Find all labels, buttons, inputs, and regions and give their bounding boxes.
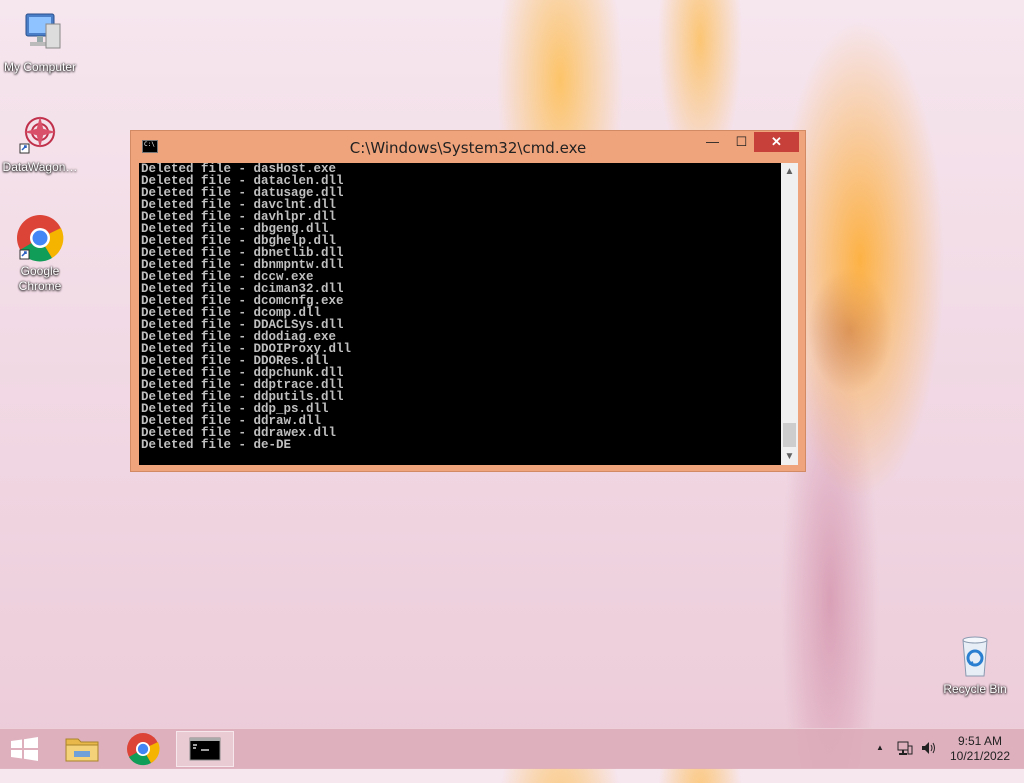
computer-icon — [16, 10, 64, 58]
scroll-up-button[interactable]: ▲ — [781, 163, 798, 180]
folder-icon — [65, 738, 99, 762]
console-output[interactable]: Deleted file - dasHost.exe Deleted file -… — [139, 163, 781, 465]
desktop-icon-google-chrome[interactable]: Google Chrome — [0, 214, 80, 294]
taskbar-cmd[interactable] — [176, 731, 234, 767]
network-icon[interactable] — [896, 739, 914, 779]
title-bar[interactable]: C:\Windows\System32\cmd.exe — ☐ ✕ — [131, 131, 805, 163]
console-icon — [189, 737, 221, 761]
desktop-icon-label: DataWagon… — [2, 160, 78, 174]
desktop-icon-label: My Computer — [3, 60, 77, 74]
clock-date: 10/21/2022 — [949, 749, 1011, 763]
tray-chevron[interactable]: ▲ — [876, 743, 884, 783]
taskbar-chrome[interactable] — [115, 731, 171, 767]
desktop-icon-recycle-bin[interactable]: Recycle Bin — [935, 632, 1015, 697]
volume-icon[interactable] — [920, 739, 938, 779]
windows-logo-icon — [11, 737, 38, 761]
recycle-bin-icon — [951, 632, 999, 680]
maximize-button[interactable]: ☐ — [728, 132, 755, 152]
taskbar-clock[interactable]: 9:51 AM 10/21/2022 — [942, 734, 1018, 764]
taskbar-file-explorer[interactable] — [54, 731, 110, 767]
scroll-down-button[interactable]: ▼ — [781, 448, 798, 465]
chrome-icon — [127, 733, 160, 766]
vertical-scrollbar[interactable]: ▲ ▼ — [781, 163, 798, 465]
close-button[interactable]: ✕ — [754, 132, 799, 152]
scroll-thumb[interactable] — [783, 423, 796, 447]
desktop-icon-datawagon[interactable]: DataWagon… — [0, 110, 80, 175]
console-line: Deleted file - de-DE — [141, 438, 292, 452]
start-button[interactable] — [0, 731, 48, 767]
cmd-window[interactable]: C:\Windows\System32\cmd.exe — ☐ ✕ Delete… — [130, 130, 806, 472]
chrome-icon — [16, 214, 64, 262]
desktop-icon-label: Google Chrome — [18, 264, 62, 293]
datawagon-icon — [16, 110, 64, 158]
clock-time: 9:51 AM — [957, 734, 1003, 748]
taskbar: ▲ 9:51 AM 10/21/2022 — [0, 728, 1024, 769]
desktop-icon-label: Recycle Bin — [943, 682, 1007, 696]
desktop-icon-my-computer[interactable]: My Computer — [0, 10, 80, 75]
minimize-button[interactable]: — — [699, 132, 726, 152]
